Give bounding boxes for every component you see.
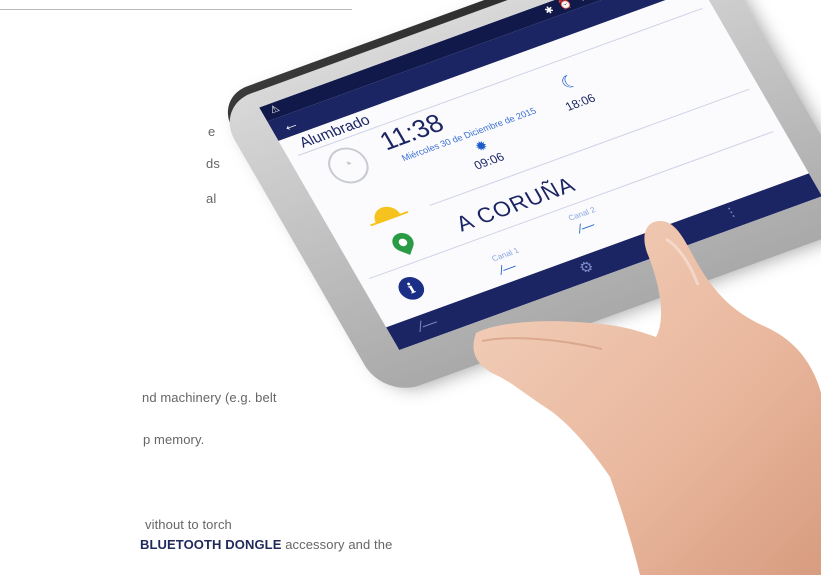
hand-image	[473, 221, 821, 575]
clock-icon: ◔	[320, 142, 376, 189]
moon-icon: ☾	[556, 70, 583, 94]
app-bar: ← O R B I S	[267, 0, 702, 141]
sunrise-icon	[360, 193, 409, 226]
back-arrow-icon[interactable]: ←	[277, 113, 303, 136]
text-fragment: p memory.	[143, 432, 205, 447]
text-fragment-tail: accessory and the	[281, 537, 393, 552]
text-fragment-last: BLUETOOTH DONGLE accessory and the	[140, 537, 392, 552]
top-rule-left	[0, 9, 352, 10]
nav-switch-icon[interactable]: ⁄—	[416, 314, 441, 335]
text-fragment: ds	[206, 156, 220, 171]
text-fragment: nd machinery (e.g. belt	[142, 390, 277, 405]
sunrise-time: 09:06	[471, 149, 507, 173]
info-icon[interactable]: i	[393, 273, 429, 303]
location-pin-icon	[389, 229, 417, 255]
sunset-time: 18:06	[562, 91, 598, 114]
text-fragment: e	[208, 124, 216, 139]
text-fragment: vithout to torch	[145, 517, 232, 532]
warning-icon: ⚠	[267, 103, 282, 117]
bluetooth-dongle-label: BLUETOOTH DONGLE	[140, 537, 282, 552]
text-fragment: al	[206, 191, 217, 206]
